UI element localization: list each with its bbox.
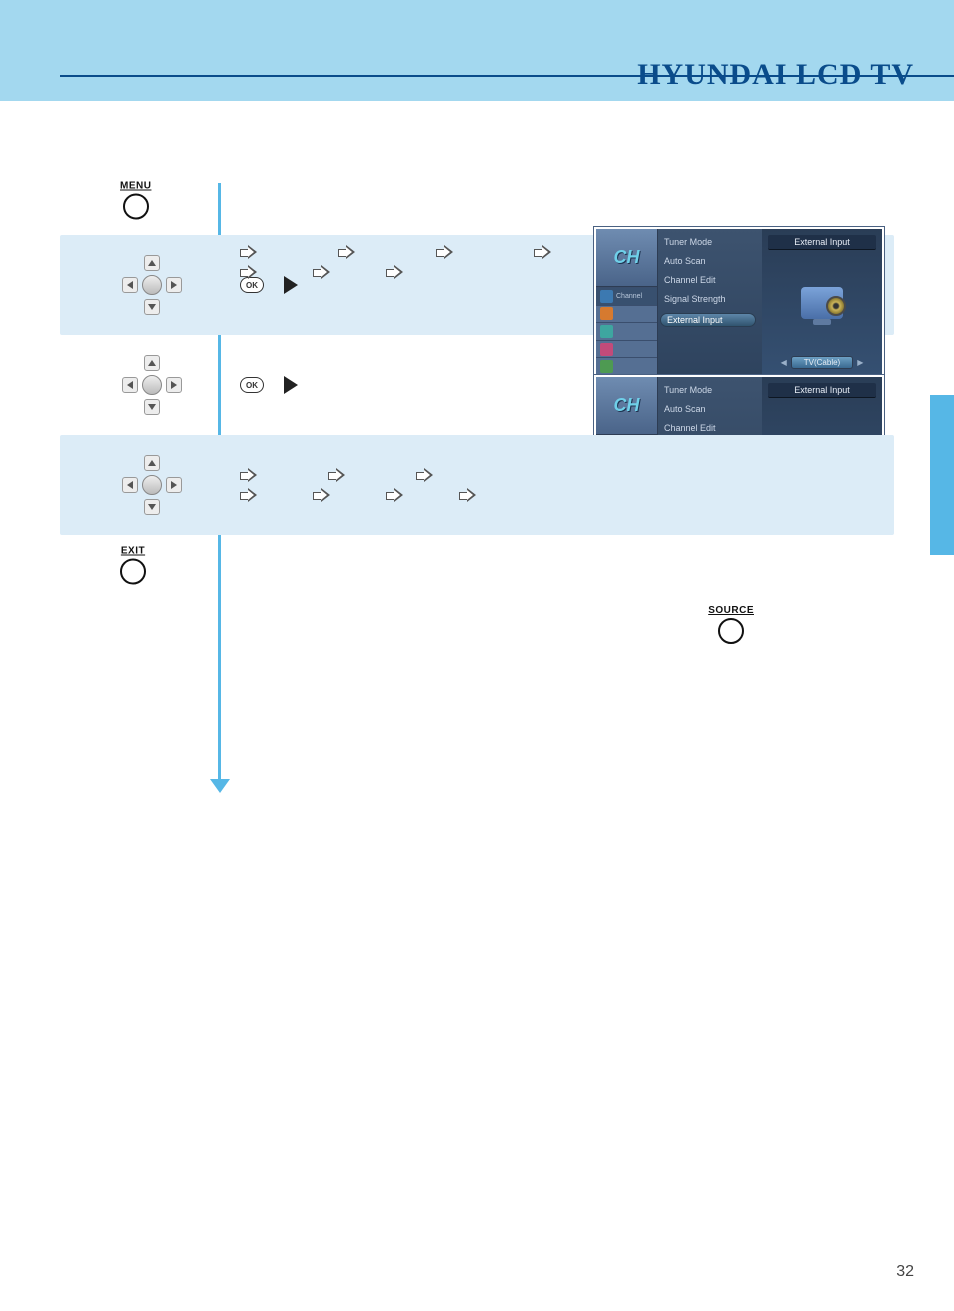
menu-button[interactable]: MENU	[120, 181, 151, 220]
flow-arrowhead-icon	[210, 779, 230, 793]
step-exit: EXIT	[60, 535, 894, 595]
dpad-center-icon	[142, 275, 162, 295]
next-arrow-icon	[436, 245, 454, 259]
next-arrow-icon	[328, 468, 346, 482]
dpad-button[interactable]	[120, 253, 184, 317]
input-cycle-sequence-b	[240, 245, 552, 279]
osd-thumbnail-icon	[792, 278, 852, 328]
dpad-down-icon	[144, 299, 160, 315]
next-arrow-icon	[386, 488, 404, 502]
step-cycle-inputs	[60, 435, 894, 535]
ok-button[interactable]: OK	[240, 277, 264, 293]
dpad-right-icon	[166, 277, 182, 293]
instruction-flow: MENU OK	[60, 165, 894, 655]
step-confirm: OK CH Channel	[60, 335, 894, 435]
next-arrow-icon	[240, 265, 258, 279]
dpad-left-icon	[122, 277, 138, 293]
page-number: 32	[896, 1263, 914, 1281]
next-arrow-icon	[459, 488, 477, 502]
circle-icon	[123, 194, 149, 220]
next-arrow-icon	[416, 468, 434, 482]
input-cycle-sequence-a	[240, 468, 477, 502]
next-arrow-icon	[386, 265, 404, 279]
step-menu: MENU	[60, 165, 894, 235]
next-arrow-icon	[338, 245, 356, 259]
next-arrow-icon	[313, 265, 331, 279]
menu-button-label: MENU	[120, 181, 151, 192]
osd-menu-item-selected: External Input	[660, 313, 756, 327]
next-arrow-icon	[240, 488, 258, 502]
source-button[interactable]: SOURCE	[708, 605, 754, 644]
exit-button[interactable]: EXIT	[120, 546, 146, 585]
next-arrow-icon	[313, 488, 331, 502]
osd-panel-title: External Input	[768, 235, 876, 250]
section-tab	[930, 395, 954, 555]
play-right-icon	[284, 376, 298, 394]
osd-logo: CH	[596, 229, 657, 287]
brand-title: HYUNDAI LCD TV	[637, 58, 914, 92]
dpad-button[interactable]	[120, 353, 184, 417]
next-arrow-icon	[534, 245, 552, 259]
next-arrow-icon	[240, 468, 258, 482]
next-arrow-icon	[240, 245, 258, 259]
header-band: HYUNDAI LCD TV	[0, 0, 954, 105]
dpad-button[interactable]	[120, 453, 184, 517]
dpad-up-icon	[144, 255, 160, 271]
ok-button[interactable]: OK	[240, 377, 264, 393]
page-body: 32 MENU	[0, 105, 954, 1311]
step-source: SOURCE	[60, 605, 894, 655]
